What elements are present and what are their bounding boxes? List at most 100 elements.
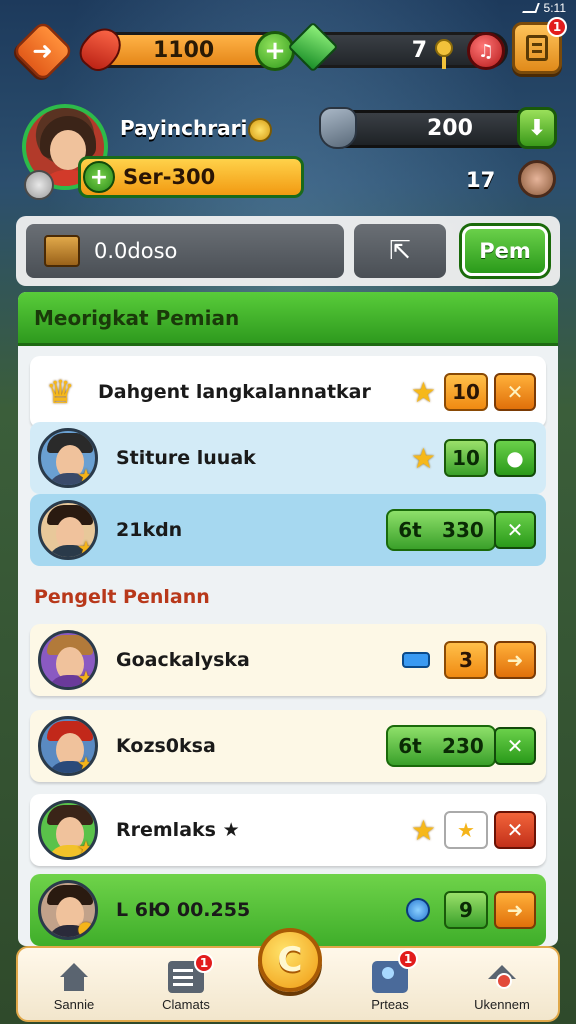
row-name: Rremlaks ★ <box>116 819 240 841</box>
list-icon: 1 <box>168 953 214 993</box>
signal-icon <box>521 3 540 13</box>
check-icon <box>406 898 430 922</box>
crown-icon: ♛ <box>46 373 75 411</box>
search-input[interactable]: 0.0doso <box>26 224 344 278</box>
row-name: Dahgent langkalannatkar <box>98 381 371 403</box>
close-icon[interactable]: ✕ <box>494 727 536 765</box>
arrow-icon[interactable]: ➜ <box>494 641 536 679</box>
gem-icon <box>287 21 339 73</box>
back-button[interactable]: ➜ <box>11 19 75 83</box>
rocket-icon <box>73 20 129 78</box>
list-item[interactable]: ★ Kozs0ksa 6t 230 ✕ <box>30 710 546 782</box>
download-button[interactable]: ⬇ <box>517 107 557 149</box>
coins-counter: 200 ⬇ <box>319 107 557 149</box>
list-item[interactable]: ♛ Dahgent langkalannatkar ★ 10 ✕ <box>30 356 546 428</box>
close-icon[interactable]: ✕ <box>494 811 536 849</box>
score-prefix: 6t <box>398 734 422 758</box>
row-name: 21kdn <box>116 519 183 541</box>
xp-bar[interactable]: + Ser-300 <box>78 156 304 198</box>
home-icon <box>56 961 92 993</box>
row-name: Kozs0ksa <box>116 735 216 757</box>
back-arrow-icon: ➜ <box>32 36 54 66</box>
score-value: 230 <box>442 734 484 758</box>
chest-icon <box>44 235 80 267</box>
star-icon: ★ <box>77 836 95 860</box>
nav-label: Sannie <box>53 997 95 1012</box>
bottom-nav: Sannie 1 Clamats 1 Prteas Ukennem C <box>16 928 560 1022</box>
nav-badge: 1 <box>194 953 214 973</box>
center-play-button[interactable]: C <box>258 928 322 992</box>
primary-action-button[interactable]: Pem <box>462 226 548 276</box>
status-time: 5:11 <box>543 1 566 15</box>
gems-value: 7 <box>411 37 427 63</box>
star-icon: ★ <box>77 752 95 776</box>
star-icon: ★ <box>77 666 95 690</box>
row-name: Stiture luuak <box>116 447 256 469</box>
score-prefix: 6t <box>398 518 422 542</box>
row-value: ★ <box>444 811 488 849</box>
boxing-glove-icon[interactable]: ● <box>494 439 536 477</box>
energy-value: 1100 <box>153 37 215 63</box>
medal-icon <box>24 170 54 200</box>
section-title: Pengelt Penlann <box>34 586 210 608</box>
nav-label: Clamats <box>162 997 210 1012</box>
star-icon: ★ <box>410 813 436 847</box>
avatar: ★ <box>38 428 98 488</box>
avatar: ★ <box>38 630 98 690</box>
top-bar: ➜ 1100 + 7 ♫ 1 <box>11 17 567 83</box>
add-energy-button[interactable]: + <box>255 31 295 71</box>
list-item[interactable]: ★ Rremlaks ★ ★ ★ ✕ <box>30 794 546 866</box>
score-value: 330 <box>442 518 484 542</box>
avatar: ★ <box>38 716 98 776</box>
list-item[interactable]: ★ Goackalyska 3 ➜ <box>30 624 546 696</box>
menu-button[interactable]: 1 <box>512 17 567 74</box>
shield-icon <box>319 107 357 149</box>
status-bar: 5:11 <box>436 0 576 16</box>
coin-icon: C <box>277 940 303 980</box>
coin-icon: ● <box>77 916 95 940</box>
row-value: 10 <box>444 373 488 411</box>
row-value: 10 <box>444 439 488 477</box>
ranking-panel: Meorigkat Pemian ♛ Dahgent langkalannatk… <box>18 292 558 946</box>
close-icon[interactable]: ✕ <box>494 511 536 549</box>
avatar: ● <box>38 880 98 940</box>
star-icon: ★ <box>77 464 95 488</box>
search-row: 0.0doso ⇱ Pem <box>16 216 560 286</box>
arrow-icon[interactable]: ➜ <box>494 891 536 929</box>
list-item[interactable]: ★ Stiture luuak ★ 10 ● <box>30 422 546 494</box>
star-icon: ★ <box>77 536 95 560</box>
avatar: ★ <box>38 800 98 860</box>
star-icon: ★ <box>410 441 436 475</box>
trophy-count: 17 <box>466 168 496 192</box>
nav-item-profile[interactable]: Ukennem <box>452 961 552 1012</box>
score-pill: 6t 330 <box>386 509 496 551</box>
nav-item-home[interactable]: Sannie <box>24 961 124 1012</box>
nav-badge: 1 <box>398 949 418 969</box>
list-item[interactable]: ★ 21kdn 6t 330 ✕ <box>30 494 546 566</box>
nav-label: Prteas <box>371 997 409 1012</box>
nav-item-list[interactable]: 1 Clamats <box>136 953 236 1012</box>
energy-counter: 1100 + <box>73 20 295 78</box>
row-name: L 6Ю 00.255 <box>116 899 251 921</box>
profile-section: Payinchrari + Ser-300 200 ⬇ 17 <box>20 104 560 214</box>
row-value: 3 <box>444 641 488 679</box>
key-icon <box>435 39 455 69</box>
tv-icon: 1 <box>372 949 418 993</box>
document-icon <box>526 35 548 61</box>
search-value: 0.0doso <box>94 239 178 263</box>
nav-item-tv[interactable]: 1 Prteas <box>340 949 440 1012</box>
close-icon[interactable]: ✕ <box>494 373 536 411</box>
crown-icon <box>248 118 272 142</box>
xp-label: Ser-300 <box>123 165 216 189</box>
bronze-medal-icon[interactable] <box>518 160 556 198</box>
house-alert-icon <box>484 961 520 993</box>
row-value: 9 <box>444 891 488 929</box>
plus-icon: + <box>83 161 115 193</box>
player-name: Payinchrari <box>120 116 248 140</box>
gems-counter: 7 ♫ <box>287 21 508 73</box>
row-name: Goackalyska <box>116 649 250 671</box>
filter-button[interactable]: ⇱ <box>354 224 446 278</box>
nav-label: Ukennem <box>474 997 530 1012</box>
coins-value: 200 <box>427 116 473 141</box>
music-button[interactable]: ♫ <box>467 32 505 70</box>
